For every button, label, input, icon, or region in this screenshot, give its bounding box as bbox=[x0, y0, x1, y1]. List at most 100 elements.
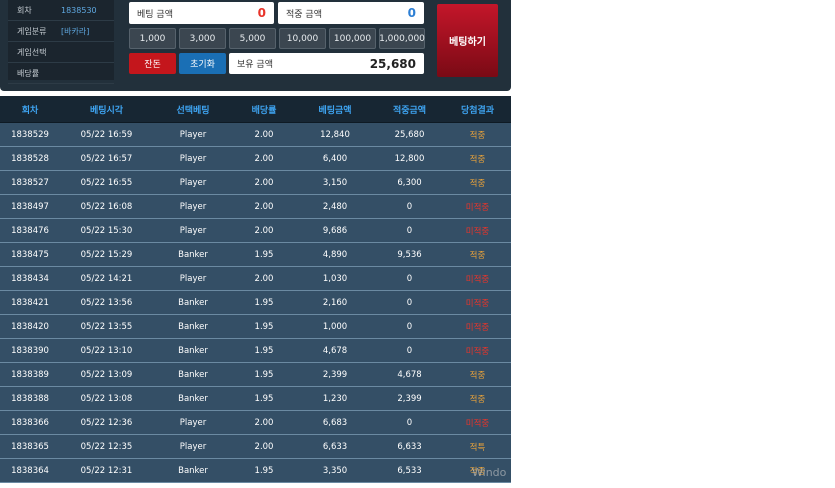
cell-round: 1838420 bbox=[0, 314, 60, 339]
cell-bet-time: 05/22 12:35 bbox=[60, 434, 153, 459]
col-header-win-amount: 적중금액 bbox=[375, 96, 444, 123]
cell-round: 1838434 bbox=[0, 266, 60, 291]
cell-round: 1838497 bbox=[0, 194, 60, 219]
betting-panel: 회차 1838530 게임분류 [바카라] 게임선택 배당률 베팅 금액 0 적… bbox=[0, 0, 511, 91]
table-row: 1838475 05/22 15:29 Banker 1.95 4,890 9,536 적중 bbox=[0, 242, 511, 267]
cell-bet-amount: 2,160 bbox=[295, 290, 375, 315]
table-row: 1838365 05/22 12:35 Player 2.00 6,633 6,633 적특 bbox=[0, 434, 511, 459]
cell-bet-amount: 6,683 bbox=[295, 410, 375, 435]
reset-button[interactable]: 초기화 bbox=[179, 53, 226, 74]
cell-odds: 1.95 bbox=[233, 314, 295, 339]
info-round: 회차 1838530 bbox=[8, 0, 114, 21]
cell-selection: Player bbox=[153, 410, 233, 435]
table-row: 1838388 05/22 13:08 Banker 1.95 1,230 2,399 적중 bbox=[0, 386, 511, 411]
col-header-selection: 선택베팅 bbox=[153, 96, 233, 123]
cell-result: 미적중 bbox=[444, 338, 511, 363]
cell-win-amount: 2,399 bbox=[375, 386, 444, 411]
change-button[interactable]: 잔돈 bbox=[129, 53, 176, 74]
cell-win-amount: 0 bbox=[375, 314, 444, 339]
cell-bet-amount: 3,350 bbox=[295, 458, 375, 483]
info-selection: 게임선택 bbox=[8, 42, 114, 63]
cell-selection: Banker bbox=[153, 386, 233, 411]
cell-result: 적중 bbox=[444, 122, 511, 147]
cell-bet-time: 05/22 15:30 bbox=[60, 218, 153, 243]
cell-result: 미적중 bbox=[444, 218, 511, 243]
table-body: 1838529 05/22 16:59 Player 2.00 12,840 25,680… bbox=[0, 122, 511, 483]
table-row: 1838529 05/22 16:59 Player 2.00 12,840 25,680… bbox=[0, 122, 511, 147]
win-amount-value: 0 bbox=[407, 6, 416, 20]
cell-win-amount: 6,300 bbox=[375, 170, 444, 195]
cell-result: 적특 bbox=[444, 434, 511, 459]
cell-selection: Player bbox=[153, 194, 233, 219]
game-info: 회차 1838530 게임분류 [바카라] 게임선택 배당률 bbox=[8, 0, 114, 84]
cell-selection: Player bbox=[153, 122, 233, 147]
cell-odds: 1.95 bbox=[233, 458, 295, 483]
cell-bet-time: 05/22 16:59 bbox=[60, 122, 153, 147]
cell-selection: Player bbox=[153, 170, 233, 195]
col-header-bet-amount: 베팅금액 bbox=[295, 96, 375, 123]
chip-1000-button[interactable]: 1,000 bbox=[129, 28, 176, 49]
cell-selection: Player bbox=[153, 434, 233, 459]
col-header-odds: 배당률 bbox=[233, 96, 295, 123]
cell-selection: Player bbox=[153, 146, 233, 171]
table-row: 1838420 05/22 13:55 Banker 1.95 1,000 0 미적중 bbox=[0, 314, 511, 339]
table-row: 1838366 05/22 12:36 Player 2.00 6,683 0 미적중 bbox=[0, 410, 511, 435]
cell-odds: 2.00 bbox=[233, 434, 295, 459]
table-row: 1838389 05/22 13:09 Banker 1.95 2,399 4,678 적중 bbox=[0, 362, 511, 387]
cell-win-amount: 0 bbox=[375, 266, 444, 291]
cell-bet-amount: 3,150 bbox=[295, 170, 375, 195]
cell-selection: Player bbox=[153, 266, 233, 291]
cell-bet-time: 05/22 16:55 bbox=[60, 170, 153, 195]
cell-bet-amount: 9,686 bbox=[295, 218, 375, 243]
cell-bet-time: 05/22 13:10 bbox=[60, 338, 153, 363]
cell-win-amount: 0 bbox=[375, 290, 444, 315]
cell-round: 1838421 bbox=[0, 290, 60, 315]
cell-odds: 2.00 bbox=[233, 218, 295, 243]
table-header-row: 회차 베팅시각 선택베팅 배당률 베팅금액 적중금액 당첨결과 bbox=[0, 96, 511, 123]
cell-bet-amount: 1,000 bbox=[295, 314, 375, 339]
table-row: 1838434 05/22 14:21 Player 2.00 1,030 0 미적중 bbox=[0, 266, 511, 291]
cell-bet-time: 05/22 14:21 bbox=[60, 266, 153, 291]
cell-selection: Banker bbox=[153, 314, 233, 339]
chip-3000-button[interactable]: 3,000 bbox=[179, 28, 226, 49]
cell-round: 1838388 bbox=[0, 386, 60, 411]
cell-bet-time: 05/22 13:08 bbox=[60, 386, 153, 411]
cell-win-amount: 6,533 bbox=[375, 458, 444, 483]
col-header-round: 회차 bbox=[0, 96, 60, 123]
cell-win-amount: 9,536 bbox=[375, 242, 444, 267]
chip-10000-button[interactable]: 10,000 bbox=[279, 28, 326, 49]
info-category: 게임분류 [바카라] bbox=[8, 21, 114, 42]
cell-win-amount: 0 bbox=[375, 338, 444, 363]
place-bet-button[interactable]: 베팅하기 bbox=[437, 4, 498, 77]
cell-bet-amount: 4,890 bbox=[295, 242, 375, 267]
cell-bet-amount: 6,400 bbox=[295, 146, 375, 171]
cell-bet-amount: 1,030 bbox=[295, 266, 375, 291]
cell-round: 1838389 bbox=[0, 362, 60, 387]
cell-odds: 2.00 bbox=[233, 170, 295, 195]
cell-selection: Player bbox=[153, 218, 233, 243]
table-row: 1838497 05/22 16:08 Player 2.00 2,480 0 미적중 bbox=[0, 194, 511, 219]
cell-bet-time: 05/22 12:31 bbox=[60, 458, 153, 483]
cell-bet-amount: 2,480 bbox=[295, 194, 375, 219]
cell-selection: Banker bbox=[153, 458, 233, 483]
cell-selection: Banker bbox=[153, 338, 233, 363]
cell-result: 미적중 bbox=[444, 194, 511, 219]
chip-100000-button[interactable]: 100,000 bbox=[329, 28, 376, 49]
cell-odds: 2.00 bbox=[233, 146, 295, 171]
cell-odds: 1.95 bbox=[233, 338, 295, 363]
cell-win-amount: 0 bbox=[375, 410, 444, 435]
chip-5000-button[interactable]: 5,000 bbox=[229, 28, 276, 49]
table-row: 1838364 05/22 12:31 Banker 1.95 3,350 6,533 적중 bbox=[0, 458, 511, 483]
table-row: 1838527 05/22 16:55 Player 2.00 3,150 6,300 적중 bbox=[0, 170, 511, 195]
watermark: Windo bbox=[472, 466, 507, 479]
cell-result: 미적중 bbox=[444, 314, 511, 339]
table-row: 1838476 05/22 15:30 Player 2.00 9,686 0 미적중 bbox=[0, 218, 511, 243]
table-row: 1838421 05/22 13:56 Banker 1.95 2,160 0 미적중 bbox=[0, 290, 511, 315]
cell-round: 1838365 bbox=[0, 434, 60, 459]
win-amount-field: 적중 금액 0 bbox=[278, 2, 424, 24]
cell-bet-time: 05/22 12:36 bbox=[60, 410, 153, 435]
cell-bet-time: 05/22 13:09 bbox=[60, 362, 153, 387]
cell-win-amount: 4,678 bbox=[375, 362, 444, 387]
col-header-bet-time: 베팅시각 bbox=[60, 96, 153, 123]
chip-1000000-button[interactable]: 1,000,000 bbox=[379, 28, 425, 49]
